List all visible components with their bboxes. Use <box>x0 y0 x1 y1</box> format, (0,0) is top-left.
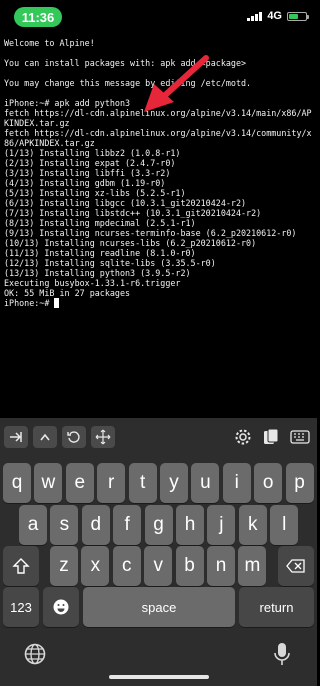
return-key[interactable]: return <box>239 587 314 627</box>
paste-icon[interactable] <box>259 426 283 448</box>
shift-icon <box>12 558 30 574</box>
key-n[interactable]: n <box>207 546 235 586</box>
signal-icon <box>247 11 263 21</box>
key-k[interactable]: k <box>238 505 267 545</box>
escape-key-icon[interactable] <box>62 426 86 448</box>
key-l[interactable]: l <box>270 505 299 545</box>
key-y[interactable]: y <box>160 463 188 503</box>
key-s[interactable]: s <box>50 505 79 545</box>
terminal-line: fetch https://dl-cdn.alpinelinux.org/alp… <box>4 128 312 148</box>
emoji-icon <box>53 599 69 615</box>
key-c[interactable]: c <box>112 546 141 586</box>
annotation-arrow-icon <box>144 55 209 112</box>
key-w[interactable]: w <box>34 463 63 503</box>
terminal-line: (11/13) Installing readline (8.1.0-r0) <box>4 248 196 258</box>
terminal-prompt: iPhone:~# <box>4 298 55 308</box>
globe-icon[interactable] <box>24 643 46 665</box>
key-d[interactable]: d <box>81 505 110 545</box>
terminal-line: (4/13) Installing gdbm (1.19-r0) <box>4 178 166 188</box>
key-p[interactable]: p <box>285 463 314 503</box>
delete-icon <box>286 559 305 573</box>
microphone-icon[interactable] <box>273 642 291 666</box>
network-type: 4G <box>267 10 282 22</box>
key-a[interactable]: a <box>19 505 47 545</box>
terminal-line: (2/13) Installing expat (2.4.7-r0) <box>4 158 176 168</box>
terminal-cursor <box>54 298 60 308</box>
terminal-line: (1/13) Installing libbz2 (1.0.8-r1) <box>4 148 181 158</box>
key-o[interactable]: o <box>254 463 283 503</box>
control-key-icon[interactable] <box>33 426 57 448</box>
terminal-prompt-line: iPhone:~# <box>4 298 313 308</box>
space-key[interactable]: space <box>83 587 235 627</box>
terminal-line: Executing busybox-1.33.1-r6.trigger <box>4 278 181 288</box>
keyboard-hide-icon[interactable] <box>288 426 312 448</box>
key-v[interactable]: v <box>144 546 173 586</box>
arrow-keys-icon[interactable] <box>91 426 115 448</box>
key-u[interactable]: u <box>191 463 220 503</box>
settings-gear-icon[interactable] <box>231 426 255 448</box>
key-x[interactable]: x <box>81 546 110 586</box>
terminal-line: (3/13) Installing libffi (3.3-r2) <box>4 168 171 178</box>
terminal-line: (5/13) Installing xz-libs (5.2.5-r1) <box>4 188 186 198</box>
key-j[interactable]: j <box>207 505 236 545</box>
terminal-line: (10/13) Installing ncurses-libs (6.2_p20… <box>4 238 257 248</box>
key-r[interactable]: r <box>97 463 126 503</box>
key-b[interactable]: b <box>175 546 204 586</box>
key-t[interactable]: t <box>128 463 157 503</box>
keyboard-toolbar <box>0 418 317 456</box>
key-g[interactable]: g <box>144 505 173 545</box>
key-m[interactable]: m <box>238 546 267 586</box>
key-q[interactable]: q <box>3 463 31 503</box>
terminal-line: (9/13) Installing ncurses-terminfo-base … <box>4 228 297 238</box>
battery-icon <box>287 11 309 21</box>
key-f[interactable]: f <box>113 505 142 545</box>
status-bar: 11:36 4G <box>0 0 317 32</box>
key-z[interactable]: z <box>50 546 78 586</box>
status-time: 11:36 <box>14 7 62 27</box>
key-i[interactable]: i <box>222 463 251 503</box>
terminal-line: (7/13) Installing libstdc++ (10.3.1_git2… <box>4 208 262 218</box>
terminal-line: OK: 55 MiB in 27 packages <box>4 288 131 298</box>
emoji-key[interactable] <box>43 587 79 627</box>
terminal-line: (6/13) Installing libgcc (10.3.1_git2021… <box>4 198 247 208</box>
key-h[interactable]: h <box>176 505 204 545</box>
tab-key-icon[interactable] <box>4 426 28 448</box>
key-e[interactable]: e <box>65 463 94 503</box>
terminal-line: (8/13) Installing mpdecimal (2.5.1-r1) <box>4 218 196 228</box>
delete-key[interactable] <box>278 546 314 586</box>
terminal-line: (13/13) Installing python3 (3.9.5-r2) <box>4 268 191 278</box>
status-indicators: 4G <box>247 10 309 22</box>
terminal-line: Welcome to Alpine! <box>4 38 95 48</box>
terminal-line: (12/13) Installing sqlite-libs (3.35.5-r… <box>4 258 216 268</box>
home-indicator <box>109 675 209 679</box>
numbers-key[interactable]: 123 <box>3 587 39 627</box>
shift-key[interactable] <box>3 546 39 586</box>
